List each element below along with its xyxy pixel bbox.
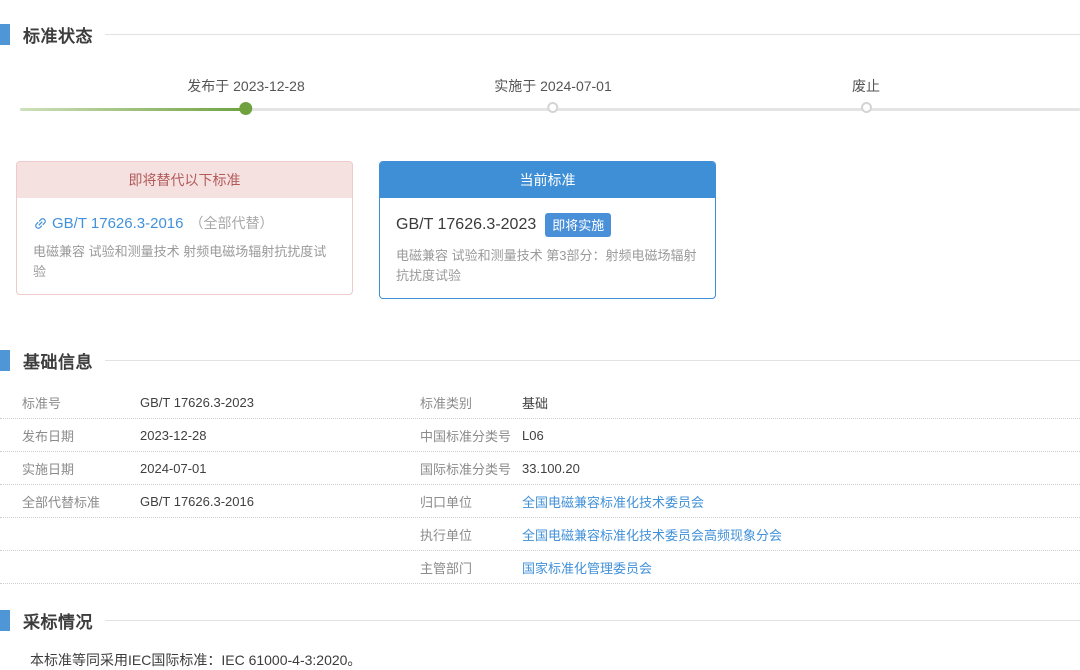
basic-info-table: 标准号 GB/T 17626.3-2023 标准类别 基础 发布日期 2023-… — [0, 386, 1080, 584]
section-title-adoption: 采标情况 — [23, 608, 93, 633]
row-label-ics-code: 国际标准分类号 — [420, 459, 522, 478]
table-row: 执行单位 全国电磁兼容标准化技术委员会高频现象分会 — [0, 518, 1080, 551]
section-accent-bar — [0, 24, 10, 45]
standard-detail-page: 标准状态 发布于 2023-12-28 实施于 2024-07-01 废止 即将 — [0, 0, 1080, 670]
section-rule — [105, 620, 1080, 621]
replaced-standard-link[interactable]: GB/T 17626.3-2016 — [52, 215, 183, 232]
row-label-ccs-code: 中国标准分类号 — [420, 426, 522, 445]
current-card-body: GB/T 17626.3-2023 即将实施 电磁兼容 试验和测量技术 第3部分… — [380, 198, 715, 298]
row-value-publish-date: 2023-12-28 — [140, 428, 420, 443]
replace-type-label: （全部代替） — [189, 213, 273, 233]
status-badge: 即将实施 — [545, 213, 611, 237]
section-accent-bar — [0, 350, 10, 371]
current-standard-number: GB/T 17626.3-2023 — [396, 216, 536, 234]
current-standard-card: 当前标准 GB/T 17626.3-2023 即将实施 电磁兼容 试验和测量技术… — [379, 161, 716, 299]
table-row: 标准号 GB/T 17626.3-2023 标准类别 基础 — [0, 386, 1080, 419]
milestone-published: 发布于 2023-12-28 — [187, 76, 305, 115]
section-title-basic-info: 基础信息 — [23, 348, 93, 373]
milestone-published-dot — [239, 102, 252, 115]
row-label-competent-department: 主管部门 — [420, 558, 522, 577]
row-label-standard-category: 标准类别 — [420, 393, 522, 412]
row-label-standard-number: 标准号 — [22, 393, 140, 412]
milestone-abolished-dot — [861, 102, 872, 113]
status-section: 标准状态 发布于 2023-12-28 实施于 2024-07-01 废止 即将 — [0, 22, 1080, 299]
milestone-abolished-label: 废止 — [852, 76, 880, 96]
adoption-paragraph: 本标准等同采用IEC国际标准：IEC 61000-4-3:2020。 — [0, 651, 1080, 670]
status-section-header: 标准状态 — [0, 22, 1080, 46]
row-label-publish-date: 发布日期 — [22, 426, 140, 445]
row-value-implement-date: 2024-07-01 — [140, 461, 420, 476]
row-label-centralized-unit: 归口单位 — [420, 492, 522, 511]
adoption-section-header: 采标情况 — [0, 608, 1080, 632]
milestone-abolished: 废止 — [852, 76, 880, 113]
section-rule — [105, 360, 1080, 361]
milestone-implemented-label: 实施于 2024-07-01 — [494, 76, 612, 96]
milestone-implemented-dot — [547, 102, 558, 113]
current-standard-description: 电磁兼容 试验和测量技术 第3部分：射频电磁场辐射抗扰度试验 — [396, 246, 699, 286]
link-competent-department[interactable]: 国家标准化管理委员会 — [522, 558, 1080, 577]
replaced-standard-description: 电磁兼容 试验和测量技术 射频电磁场辐射抗扰度试验 — [33, 242, 336, 282]
current-standard-title-line: GB/T 17626.3-2023 即将实施 — [396, 213, 699, 237]
replaced-card-body: GB/T 17626.3-2016 （全部代替） 电磁兼容 试验和测量技术 射频… — [17, 198, 352, 294]
basic-info-section: 基础信息 标准号 GB/T 17626.3-2023 标准类别 基础 发布日期 … — [0, 348, 1080, 584]
row-value-ccs-code: L06 — [522, 428, 1080, 443]
milestone-published-label: 发布于 2023-12-28 — [187, 76, 305, 96]
section-accent-bar — [0, 610, 10, 631]
table-row: 发布日期 2023-12-28 中国标准分类号 L06 — [0, 419, 1080, 452]
row-label-replaced-standard: 全部代替标准 — [22, 492, 140, 511]
row-value-standard-number: GB/T 17626.3-2023 — [140, 395, 420, 410]
replaced-standard-link-line: GB/T 17626.3-2016 （全部代替） — [33, 213, 336, 233]
section-rule — [105, 34, 1080, 35]
replaced-standard-card: 即将替代以下标准 GB/T 17626.3-2016 （全部代替） 电磁兼容 试… — [16, 161, 353, 295]
row-label-implement-date: 实施日期 — [22, 459, 140, 478]
link-executive-unit[interactable]: 全国电磁兼容标准化技术委员会高频现象分会 — [522, 525, 1080, 544]
standard-cards: 即将替代以下标准 GB/T 17626.3-2016 （全部代替） 电磁兼容 试… — [16, 161, 1080, 299]
row-value-replaced-standard: GB/T 17626.3-2016 — [140, 494, 420, 509]
basic-info-section-header: 基础信息 — [0, 348, 1080, 372]
row-label-executive-unit: 执行单位 — [420, 525, 522, 544]
link-centralized-unit[interactable]: 全国电磁兼容标准化技术委员会 — [522, 492, 1080, 511]
table-row: 全部代替标准 GB/T 17626.3-2016 归口单位 全国电磁兼容标准化技… — [0, 485, 1080, 518]
row-value-ics-code: 33.100.20 — [522, 461, 1080, 476]
link-icon — [33, 216, 48, 231]
milestone-implemented: 实施于 2024-07-01 — [494, 76, 612, 113]
section-title-status: 标准状态 — [23, 22, 93, 47]
table-row: 主管部门 国家标准化管理委员会 — [0, 551, 1080, 584]
row-value-standard-category: 基础 — [522, 393, 1080, 412]
table-row: 实施日期 2024-07-01 国际标准分类号 33.100.20 — [0, 452, 1080, 485]
status-timeline: 发布于 2023-12-28 实施于 2024-07-01 废止 — [0, 76, 1080, 124]
replaced-card-header: 即将替代以下标准 — [17, 162, 352, 198]
current-card-header: 当前标准 — [380, 162, 715, 198]
adoption-section: 采标情况 本标准等同采用IEC国际标准：IEC 61000-4-3:2020。 … — [0, 608, 1080, 670]
